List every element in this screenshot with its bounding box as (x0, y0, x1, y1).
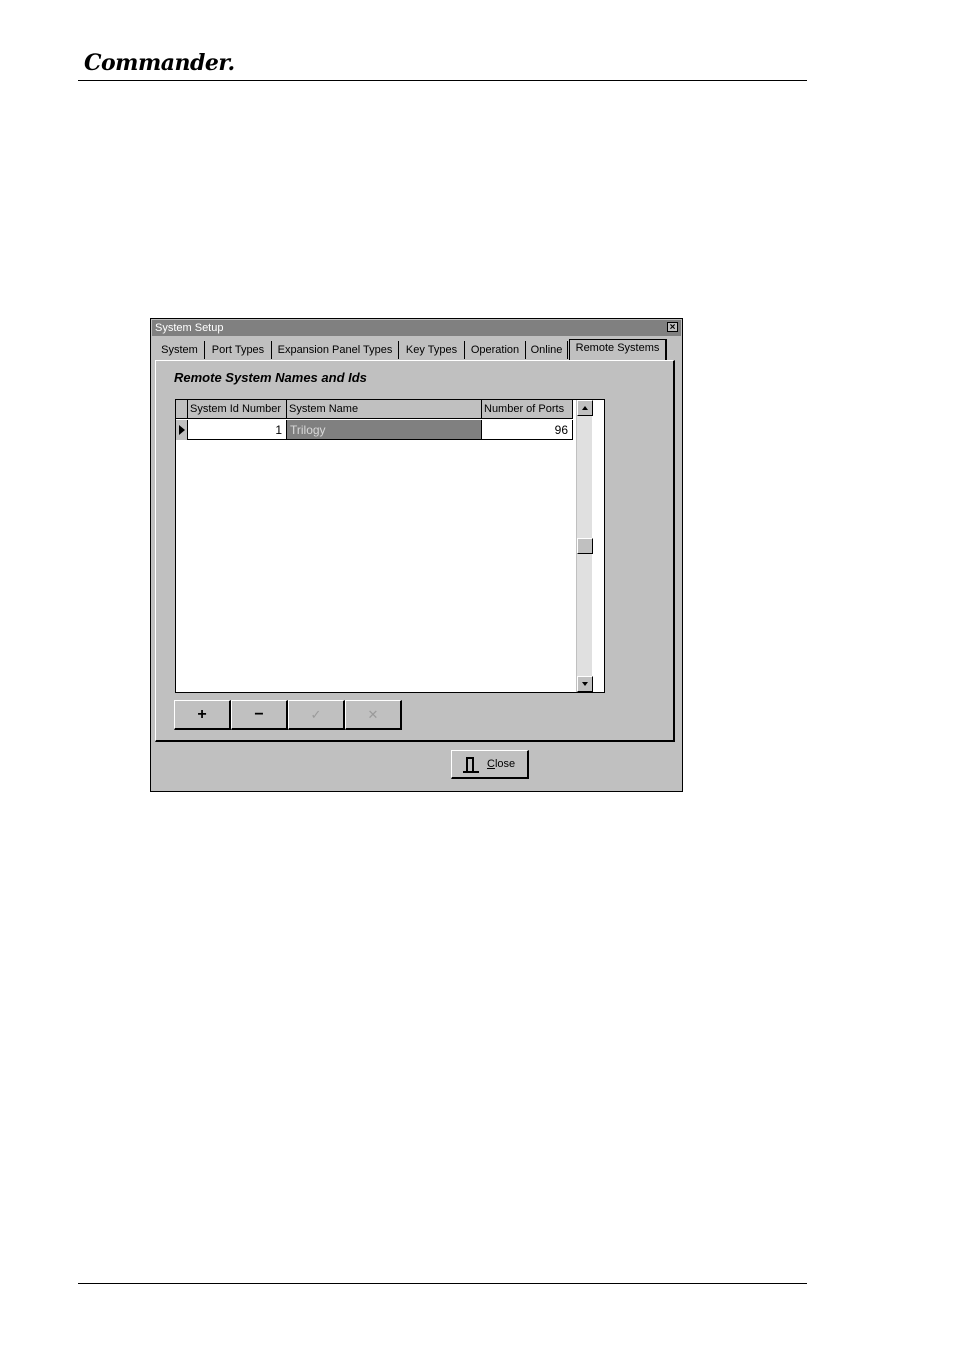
table-cell-system-id[interactable]: 1 (188, 420, 287, 440)
post-record-button[interactable]: ✓ (288, 700, 345, 730)
close-icon[interactable]: × (667, 322, 678, 333)
door-base (463, 771, 479, 773)
title-bar: System Setup × (152, 320, 681, 336)
tab-port-types[interactable]: Port Types (205, 341, 272, 359)
vertical-scrollbar[interactable] (576, 400, 593, 692)
arrow-up-icon (582, 406, 588, 410)
header-rule (78, 80, 807, 81)
dialog-title: System Setup (155, 322, 224, 334)
delete-record-button[interactable]: − (231, 700, 288, 730)
system-setup-dialog: System Setup × System Port Types Expansi… (150, 318, 683, 792)
remote-systems-grid[interactable]: System Id Number System Name Number of P… (175, 399, 605, 693)
tab-online[interactable]: Online (526, 341, 568, 359)
tab-system[interactable]: System (155, 341, 205, 359)
tab-expansion-panel-types[interactable]: Expansion Panel Types (272, 341, 399, 359)
close-label-rest: lose (494, 758, 516, 770)
cancel-record-button[interactable]: ✕ (345, 700, 402, 730)
table-cell-number-of-ports[interactable]: 96 (482, 420, 573, 440)
row-indicator-header (176, 400, 188, 419)
section-heading: Remote System Names and Ids (174, 370, 367, 385)
column-header-system-id[interactable]: System Id Number (188, 400, 287, 419)
add-record-button[interactable]: + (174, 700, 231, 730)
column-header-system-name[interactable]: System Name (287, 400, 482, 419)
close-button-label: Close (487, 751, 515, 778)
close-button[interactable]: Close (451, 750, 529, 779)
tab-operation[interactable]: Operation (465, 341, 526, 359)
tab-key-types[interactable]: Key Types (399, 341, 465, 359)
close-mnemonic: C (487, 758, 495, 770)
footer-rule (78, 1283, 807, 1284)
current-row-indicator (176, 420, 188, 440)
table-cell-system-name[interactable]: Trilogy (287, 420, 482, 440)
tab-remote-systems[interactable]: Remote Systems (569, 339, 667, 360)
column-header-number-of-ports[interactable]: Number of Ports (482, 400, 573, 419)
row-pointer-icon (179, 425, 185, 435)
door-icon (466, 757, 474, 771)
scroll-up-button[interactable] (577, 400, 593, 416)
arrow-down-icon (582, 682, 588, 686)
logo: Commander. (84, 50, 235, 76)
scroll-down-button[interactable] (577, 676, 593, 692)
scroll-thumb[interactable] (577, 538, 593, 554)
